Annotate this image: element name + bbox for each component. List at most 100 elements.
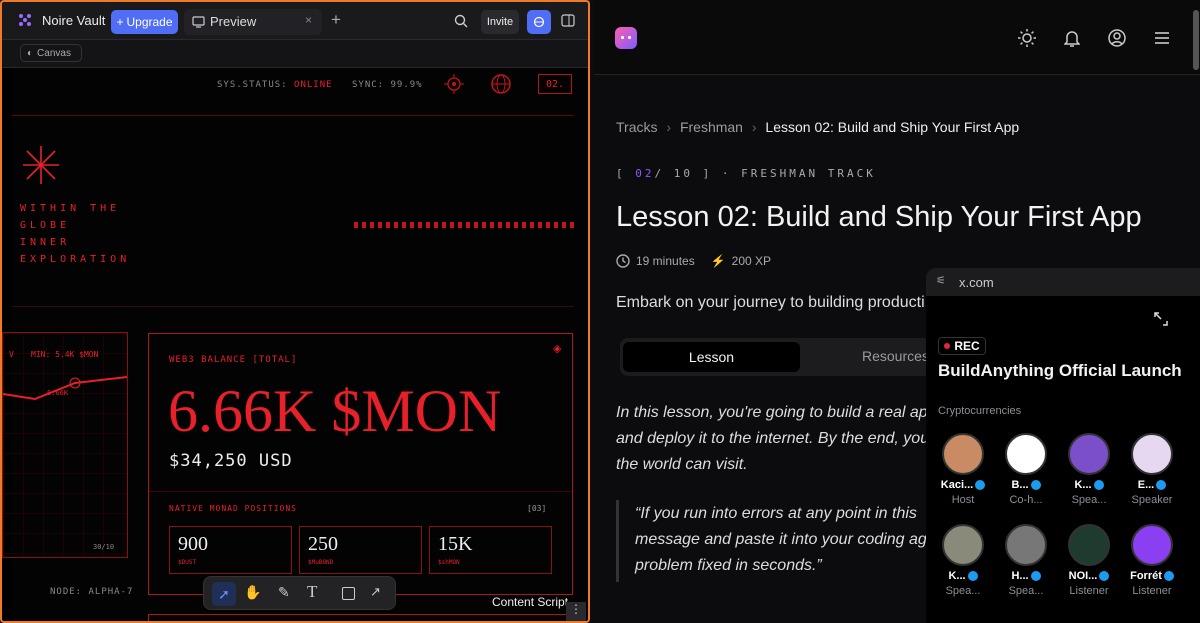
track-number: 02	[635, 167, 655, 180]
sun-icon[interactable]	[1018, 29, 1036, 47]
canvas-bar: ◐ Canvas	[0, 40, 590, 68]
lesson-intro: Embark on your journey to building produ…	[616, 294, 925, 311]
app-logo-icon	[19, 14, 31, 26]
speaker[interactable]: K... Spea...	[1059, 433, 1119, 506]
avatar	[1068, 524, 1110, 566]
hero-text: WITHIN THE GLOBE INNER EXPLORATION	[20, 200, 130, 268]
breadcrumb-link[interactable]: Freshman	[680, 119, 743, 135]
hero-line: EXPLORATION	[20, 254, 131, 265]
speaker[interactable]: K... Spea...	[933, 524, 993, 597]
avatar	[942, 524, 984, 566]
hero-line: INNER	[20, 237, 71, 248]
speaker-role: Spea...	[945, 585, 981, 597]
preview-tab[interactable]: Preview ×	[184, 9, 322, 35]
breadcrumb-link[interactable]: Tracks	[616, 119, 657, 135]
upgrade-button[interactable]: + Upgrade	[111, 10, 178, 34]
diamond-icon: ◈	[553, 343, 562, 355]
user-icon[interactable]	[1108, 29, 1126, 47]
mini-chart-slash: V	[9, 350, 14, 359]
track-name: · FRESHMAN TRACK	[721, 167, 876, 180]
hero-line: GLOBE	[20, 220, 71, 231]
pen-tool-icon[interactable]: ✎	[278, 584, 290, 601]
divider	[12, 306, 574, 307]
body-line: and deploy it to the internet. By the en…	[616, 430, 930, 447]
mini-chart-label: MIN: 5.4K $MON	[31, 350, 99, 359]
positions-label: NATIVE MONAD POSITIONS	[169, 504, 297, 513]
preview-canvas: SYS.STATUS: ONLINE SYNC: 99.9% 02. WITHI…	[2, 68, 588, 623]
rectangle-tool-icon[interactable]	[342, 587, 355, 600]
site-logo-icon[interactable]	[615, 27, 637, 49]
section-index-badge: 02.	[538, 74, 572, 94]
avatar	[1005, 433, 1047, 475]
speaker[interactable]: E... Speaker	[1122, 433, 1182, 506]
speaker[interactable]: Forrét Listener	[1122, 524, 1182, 597]
speaker[interactable]: Kaci... Host	[933, 433, 993, 506]
expand-icon[interactable]	[1154, 312, 1168, 326]
avatar	[942, 433, 984, 475]
speaker[interactable]: B... Co-h...	[996, 433, 1056, 506]
position-card[interactable]: 900 $DUST	[169, 526, 292, 574]
invite-button[interactable]: Invite	[481, 10, 519, 34]
monitor-icon	[192, 16, 205, 28]
preview-tab-label: Preview	[210, 14, 257, 29]
new-tab-icon[interactable]: +	[331, 10, 341, 30]
body-line: In this lesson, you're going to build a …	[616, 404, 928, 421]
sys-status-value: ONLINE	[294, 80, 333, 90]
menu-icon[interactable]	[1154, 31, 1170, 45]
speaker-role: Host	[951, 494, 975, 506]
upgrade-label: Upgrade	[126, 15, 173, 29]
drawing-toolbar: ➚ ✋ ✎ T ↗	[203, 576, 396, 610]
breadcrumb: Tracks › Freshman › Lesson 02: Build and…	[616, 119, 1019, 135]
body-line: the world can visit.	[616, 456, 748, 473]
lesson-body: In this lesson, you're going to build a …	[616, 400, 929, 478]
lesson-meta: 19 minutes ⚡ 200 XP	[616, 254, 771, 268]
speaker-role: Speaker	[1131, 494, 1173, 506]
site-header	[594, 0, 1200, 75]
speaker-role: Listener	[1069, 585, 1109, 597]
site-settings-icon[interactable]: ⚟	[936, 274, 946, 287]
balance-usd: $34,250 USD	[169, 451, 293, 471]
verified-icon	[1030, 571, 1041, 582]
sys-status-label: SYS.STATUS:	[217, 80, 288, 90]
chevron-right-icon: ›	[751, 119, 757, 135]
sidebar-toggle-icon[interactable]	[561, 14, 575, 27]
search-icon[interactable]	[454, 14, 468, 28]
globe-icon	[533, 16, 545, 28]
verified-icon	[967, 571, 978, 582]
speaker-name: H...	[996, 570, 1056, 582]
canvas-label: Canvas	[37, 47, 71, 59]
balance-label: WEB3 BALANCE [TOTAL]	[169, 355, 298, 365]
arrow-tool-icon[interactable]: ↗	[370, 584, 381, 600]
speaker-name: NOI...	[1059, 570, 1119, 582]
avatar	[1131, 524, 1173, 566]
clock-icon	[616, 254, 630, 268]
avatar	[1005, 524, 1047, 566]
scrollbar[interactable]	[1193, 10, 1199, 70]
verified-icon	[1099, 571, 1110, 582]
text-tool-icon[interactable]: T	[307, 582, 317, 602]
bell-icon[interactable]	[1064, 29, 1080, 47]
checker-strip	[354, 222, 574, 228]
speaker[interactable]: NOI... Listener	[1059, 524, 1119, 597]
sys-status: SYS.STATUS: ONLINE	[217, 80, 333, 90]
hand-tool-icon[interactable]: ✋	[244, 584, 261, 601]
balance-panel: WEB3 BALANCE [TOTAL] ◈ 6.66K $MON $34,25…	[148, 333, 573, 595]
mini-chart-panel: V MIN: 5.4K $MON 6.66K 30/10	[2, 332, 128, 558]
balance-value: 6.66K $MON	[168, 378, 502, 444]
canvas-chip[interactable]: ◐ Canvas	[20, 44, 82, 62]
tab-lesson[interactable]: Lesson	[623, 342, 800, 372]
more-options-icon[interactable]: ⋮	[566, 602, 586, 623]
positions-count: [03]	[527, 504, 547, 513]
select-tool-icon[interactable]: ➚	[212, 582, 236, 606]
close-tab-icon[interactable]: ×	[305, 13, 312, 27]
lesson-xp: 200 XP	[731, 254, 772, 268]
speaker[interactable]: H... Spea...	[996, 524, 1056, 597]
verified-icon	[1156, 480, 1167, 491]
speaker-name: Forrét	[1122, 570, 1182, 582]
position-card[interactable]: 15K $shMON	[429, 526, 552, 574]
position-card[interactable]: 250 $MuBOND	[299, 526, 422, 574]
mini-chart-point-label: 6.66K	[47, 389, 69, 397]
lightning-icon: ⚡	[710, 254, 726, 268]
globe-button[interactable]	[527, 10, 551, 34]
tab-resources[interactable]: Resources	[862, 348, 929, 364]
